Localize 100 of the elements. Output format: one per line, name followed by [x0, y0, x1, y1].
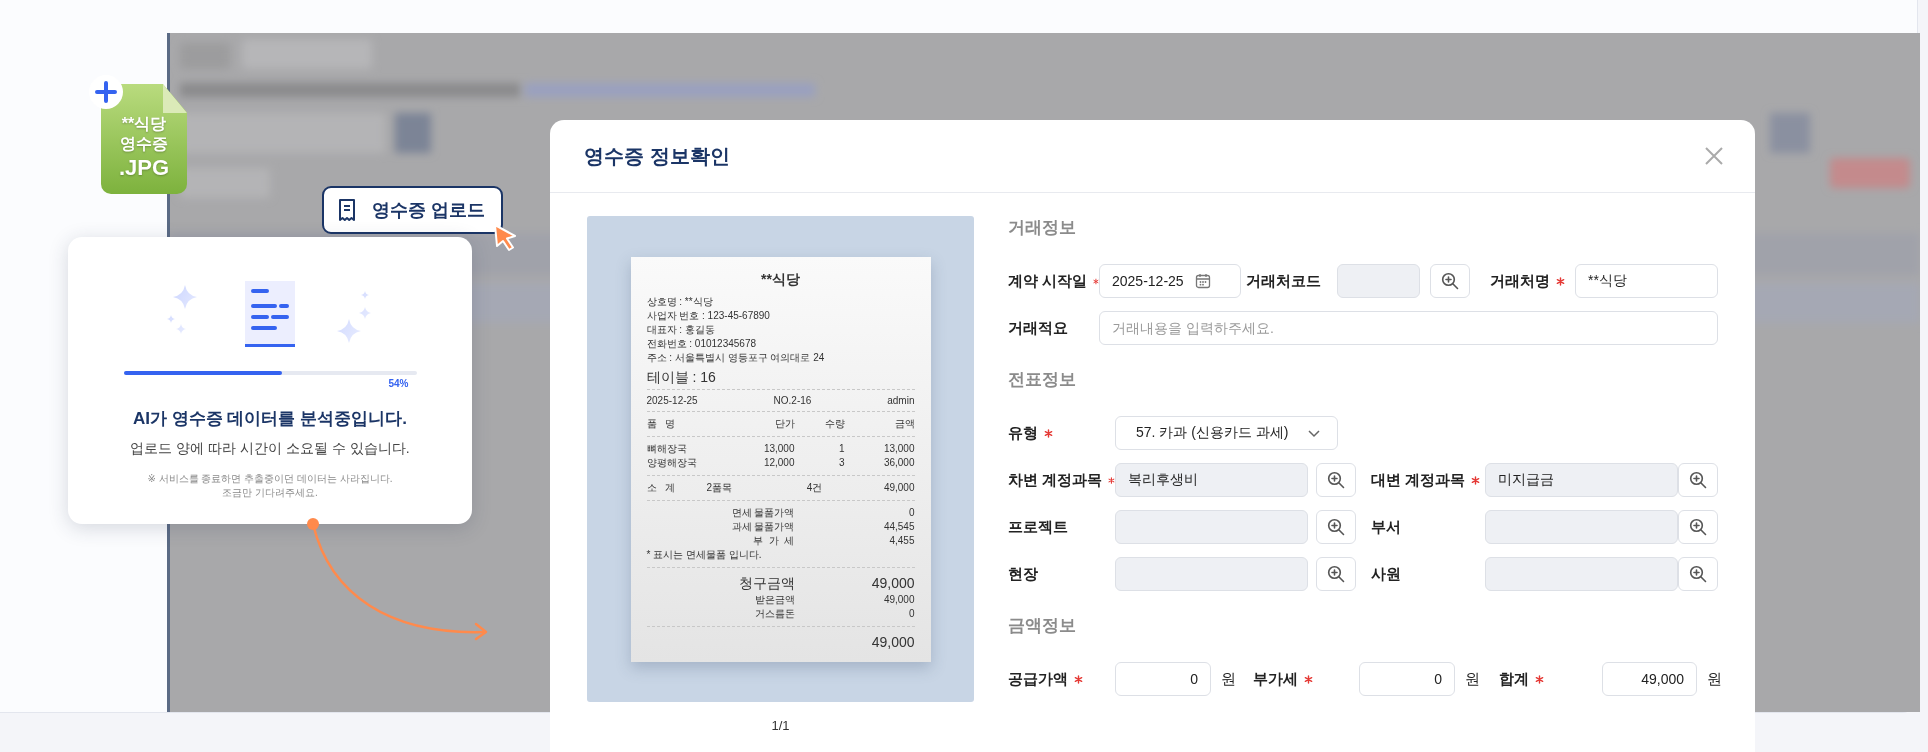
- required-icon: [1074, 674, 1083, 684]
- progress-percent: 54%: [387, 378, 410, 389]
- receipt-text: 과세 물품가액: [730, 519, 795, 534]
- zoom-in-icon: [1689, 518, 1707, 536]
- page-indicator: 1/1: [771, 718, 790, 733]
- required-icon: [1304, 674, 1313, 684]
- unit-label: 원: [1220, 669, 1237, 689]
- zoom-in-icon: [1689, 471, 1707, 489]
- search-button[interactable]: [1430, 264, 1470, 298]
- notice-text: 조금만 기다려주세요.: [221, 486, 319, 500]
- zoom-in-icon: [1441, 272, 1459, 290]
- zoom-in-icon: [1327, 565, 1345, 583]
- required-icon: [1535, 674, 1544, 684]
- lookup-field[interactable]: [1115, 510, 1308, 544]
- search-button[interactable]: [1316, 510, 1356, 544]
- field-label: 합계: [1499, 669, 1529, 689]
- receipt-header: 품 명: [646, 416, 676, 431]
- search-button[interactable]: [1678, 557, 1718, 591]
- unit-label: 원: [1464, 669, 1481, 689]
- receipt-text: 4,455: [888, 533, 915, 548]
- field-label: 거래적요: [1008, 318, 1068, 338]
- receipt-icon: [338, 198, 356, 222]
- receipt-header: 단가: [773, 416, 795, 431]
- receipt-total: 49,000: [870, 632, 915, 652]
- receipt-cell-text: 1: [837, 441, 845, 456]
- field-label: 프로젝트: [1008, 517, 1068, 537]
- lookup-field[interactable]: 복리후생비: [1115, 463, 1308, 497]
- receipt-text: * 표시는 면세물품 입니다.: [646, 547, 763, 562]
- search-button[interactable]: [1316, 557, 1356, 591]
- receipt-text: 49,000: [870, 573, 915, 593]
- receipt-cell-text: 36,000: [882, 455, 915, 470]
- field-label: 공급가액: [1008, 669, 1068, 689]
- receipt-text: NO.2-16: [773, 394, 812, 406]
- receipt-text: admin: [887, 394, 915, 406]
- receipt-store-name: **식당: [760, 270, 801, 289]
- field-label: 대변 계정과목: [1371, 470, 1466, 490]
- required-icon: [1108, 475, 1115, 485]
- calendar-icon: [1193, 272, 1212, 290]
- required-icon: [1471, 475, 1481, 485]
- field-label: 유형: [1008, 423, 1038, 443]
- notice-text: ※ 서비스를 종료하면 추출중이던 데이터는 사라집니다.: [147, 472, 393, 486]
- lookup-field[interactable]: [1115, 557, 1308, 591]
- field-label: 차변 계정과목: [1008, 470, 1103, 490]
- receipt-text: 상호명 : **식당: [646, 294, 714, 309]
- search-button[interactable]: [1316, 463, 1356, 497]
- field-label: 현장: [1008, 564, 1038, 584]
- zoom-in-icon: [1327, 518, 1345, 536]
- receipt-text: 사업자 번호 : 123-45-67890: [646, 308, 771, 323]
- status-title: AI가 영수증 데이터를 분석중입니다.: [133, 408, 407, 430]
- receipt-cell-text: 12,000: [762, 455, 795, 470]
- field-label: 거래처코드: [1246, 271, 1321, 291]
- amount-field[interactable]: 49,000: [1602, 662, 1697, 696]
- required-icon: [1093, 276, 1099, 286]
- receipt-text: 청구금액: [737, 573, 795, 593]
- receipt-cell-text: 3: [837, 455, 845, 470]
- upload-button[interactable]: 영수증 업로드: [322, 186, 503, 234]
- required-icon: [1044, 428, 1053, 438]
- receipt-text: 거스름돈: [753, 606, 795, 621]
- amount-field[interactable]: 0: [1115, 662, 1211, 696]
- receipt-cell-text: 2품목: [706, 480, 734, 495]
- field-label: 부서: [1371, 517, 1401, 537]
- lookup-field[interactable]: [1337, 264, 1420, 298]
- receipt-cell-text: 4건: [805, 480, 824, 495]
- receipt-cell-text: 뼈해장국: [646, 441, 688, 456]
- section-title: 금액정보: [1008, 615, 1077, 637]
- document-icon: [245, 281, 295, 347]
- status-subtitle: 업로드 양에 따라 시간이 소요될 수 있습니다.: [130, 440, 410, 458]
- receipt-text: 44,545: [882, 519, 915, 534]
- receipt-text: 2025-12-25: [646, 394, 698, 406]
- receipt-text: 대표자 : 홍길동: [646, 322, 716, 337]
- file-label: .JPG: [118, 154, 170, 182]
- lookup-field[interactable]: [1485, 557, 1678, 591]
- receipt-header: 금액: [893, 416, 915, 431]
- text-field[interactable]: **식당: [1575, 264, 1718, 298]
- search-button[interactable]: [1678, 463, 1718, 497]
- receipt-text: 0: [907, 505, 915, 520]
- required-icon: [1556, 276, 1565, 286]
- receipt-header: 수량: [823, 416, 845, 431]
- field-label: 부가세: [1253, 669, 1298, 689]
- receipt-text: 49,000: [882, 592, 915, 607]
- select-field[interactable]: 57. 카과 (신용카드 과세): [1115, 416, 1338, 450]
- date-field[interactable]: 2025-12-25: [1099, 264, 1241, 298]
- receipt-cell-text: 13,000: [882, 441, 915, 456]
- receipt-table-number: 테이블 : 16: [646, 369, 717, 384]
- file-label: 영수증: [120, 134, 168, 154]
- receipt-text: 주소 : 서울특별시 영등포구 여의대로 24: [646, 350, 826, 365]
- receipt-text: 면세 물품가액: [730, 505, 795, 520]
- receipt-cell-text: 49,000: [882, 480, 915, 495]
- receipt-text: 부 가 세: [752, 533, 795, 548]
- section-title: 전표정보: [1008, 369, 1077, 391]
- amount-field[interactable]: 0: [1359, 662, 1455, 696]
- field-label: 거래처명: [1490, 271, 1550, 291]
- search-button[interactable]: [1678, 510, 1718, 544]
- text-field[interactable]: 거래내용을 입력하주세요.: [1099, 311, 1718, 345]
- section-title: 거래정보: [1008, 217, 1077, 239]
- lookup-field[interactable]: [1485, 510, 1678, 544]
- dialog-title: 영수증 정보확인: [584, 143, 730, 169]
- receipt-cell-text: 13,000: [762, 441, 795, 456]
- lookup-field[interactable]: 미지급금: [1485, 463, 1678, 497]
- receipt-cell-text: 양평해장국: [646, 455, 698, 470]
